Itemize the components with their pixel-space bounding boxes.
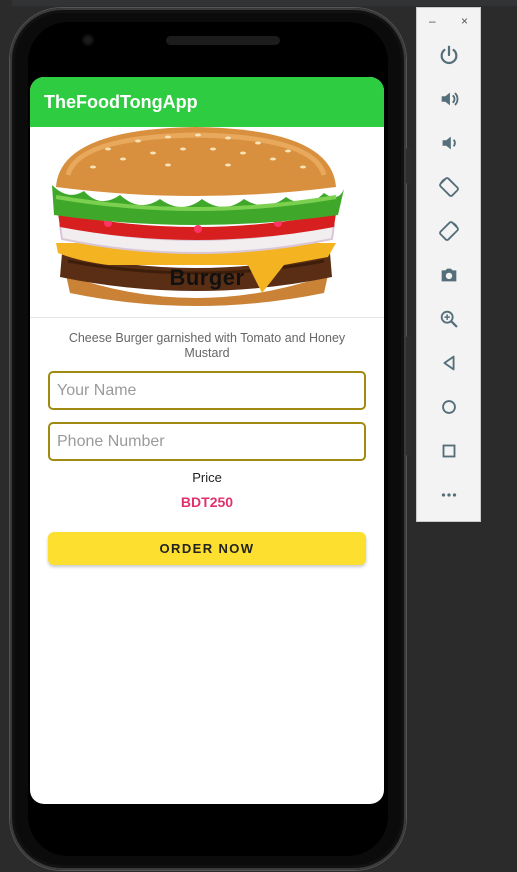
earpiece-speaker: [166, 36, 280, 45]
zoom-button[interactable]: [417, 304, 480, 334]
name-field[interactable]: Your Name: [48, 371, 366, 410]
power-icon: [440, 45, 457, 65]
more-icon: [441, 493, 456, 497]
front-camera: [82, 34, 94, 46]
overview-button[interactable]: [417, 436, 480, 466]
volume-down-button[interactable]: [417, 128, 480, 158]
minimize-button[interactable]: –: [429, 14, 436, 28]
phone-side-button-volume[interactable]: [406, 336, 410, 456]
phone-field[interactable]: Phone Number: [48, 422, 366, 461]
toolbar-window-controls: – ×: [417, 14, 480, 30]
rotate-left-button[interactable]: [417, 172, 480, 202]
volume-down-icon: [442, 136, 456, 150]
overview-icon: [442, 444, 455, 458]
product-description: Cheese Burger garnished with Tomato and …: [68, 331, 346, 360]
back-button[interactable]: [417, 348, 480, 378]
home-button[interactable]: [417, 392, 480, 422]
close-button[interactable]: ×: [461, 14, 468, 28]
app-screen: TheFoodTongApp Burger Cheese Burger garn…: [30, 77, 384, 804]
home-icon: [441, 400, 456, 414]
more-button[interactable]: [417, 480, 480, 510]
back-icon: [443, 355, 454, 371]
camera-icon: [441, 268, 456, 282]
order-now-button[interactable]: ORDER NOW: [48, 532, 366, 565]
price-value: BDT250: [180, 494, 234, 510]
rotate-left-icon: [438, 177, 459, 197]
rotate-right-button[interactable]: [417, 216, 480, 246]
rotate-right-icon: [438, 221, 459, 241]
volume-up-button[interactable]: [417, 84, 480, 114]
product-name: Burger: [169, 265, 245, 290]
ide-top-bar: [0, 0, 517, 6]
phone-side-button-upper[interactable]: [406, 148, 410, 184]
volume-up-icon: [441, 92, 458, 106]
zoom-icon: [440, 310, 457, 328]
power-button[interactable]: [417, 40, 480, 70]
screenshot-button[interactable]: [417, 260, 480, 290]
app-bar: TheFoodTongApp: [30, 77, 384, 127]
emulator-toolbar: – ×: [416, 7, 481, 522]
app-title: TheFoodTongApp: [44, 91, 198, 112]
price-label: Price: [192, 470, 222, 485]
